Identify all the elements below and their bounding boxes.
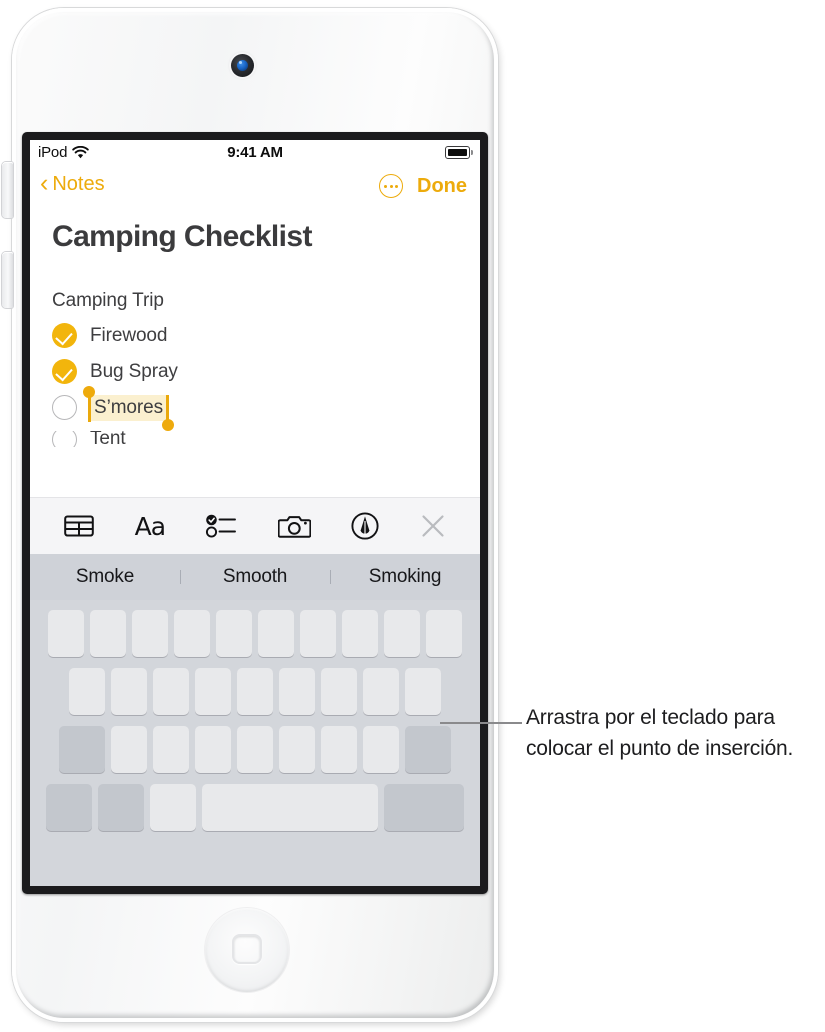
emoji-key[interactable] xyxy=(98,784,144,831)
keyboard-key[interactable] xyxy=(132,610,168,657)
status-bar-time: 9:41 AM xyxy=(227,144,283,161)
home-button-icon[interactable] xyxy=(205,908,289,992)
text-format-icon[interactable]: Aa xyxy=(135,512,166,541)
battery-fill xyxy=(447,148,468,157)
checklist-item-label: Bug Spray xyxy=(90,360,178,382)
checkbox-checked-icon[interactable] xyxy=(52,323,77,348)
note-body: Camping Checklist Camping Trip Firewood … xyxy=(30,220,480,447)
back-button-label: Notes xyxy=(52,173,105,195)
checkbox-checked-icon[interactable] xyxy=(52,359,77,384)
table-icon[interactable] xyxy=(64,514,95,538)
keyboard-key[interactable] xyxy=(195,668,231,715)
screenshot-root: iPod 9:41 AM ‹ Notes Done Camping Checkl… xyxy=(0,0,825,1032)
screen: iPod 9:41 AM ‹ Notes Done Camping Checkl… xyxy=(30,140,480,886)
keyboard-key[interactable] xyxy=(237,668,273,715)
predictive-suggestion-2[interactable]: Smooth xyxy=(180,566,330,588)
keyboard-key[interactable] xyxy=(69,668,105,715)
keyboard-key[interactable] xyxy=(258,610,294,657)
close-icon[interactable] xyxy=(420,513,446,539)
checklist-item-tent[interactable]: Tent xyxy=(52,431,458,447)
predictive-suggestion-3[interactable]: Smoking xyxy=(330,566,480,588)
keyboard-key[interactable] xyxy=(153,668,189,715)
space-key[interactable] xyxy=(202,784,378,831)
onscreen-keyboard[interactable] xyxy=(30,600,480,886)
back-to-notes-button[interactable]: ‹ Notes xyxy=(40,169,105,197)
selection-handle-end[interactable] xyxy=(161,418,174,431)
keyboard-row-3 xyxy=(30,726,480,773)
callout-text: Arrastra por el teclado para colocar el … xyxy=(526,706,794,760)
camera-icon[interactable] xyxy=(277,514,311,539)
keyboard-key[interactable] xyxy=(90,610,126,657)
keyboard-key[interactable] xyxy=(111,668,147,715)
note-section-label: Camping Trip xyxy=(52,290,164,311)
dictation-key[interactable] xyxy=(150,784,196,831)
keyboard-key[interactable] xyxy=(195,726,231,773)
markup-pen-icon[interactable] xyxy=(351,512,379,540)
checklist-item-label: Tent xyxy=(90,431,126,447)
battery-cap xyxy=(471,150,473,155)
camera-lens-glint xyxy=(239,61,242,64)
screen-bezel: iPod 9:41 AM ‹ Notes Done Camping Checkl… xyxy=(22,132,488,894)
keyboard-row-4 xyxy=(30,784,480,831)
keyboard-key[interactable] xyxy=(405,668,441,715)
keyboard-key[interactable] xyxy=(153,726,189,773)
selection-bar-end[interactable] xyxy=(165,394,169,422)
format-toolbar: Aa xyxy=(30,497,480,554)
checklist-item-firewood[interactable]: Firewood xyxy=(52,323,458,348)
keyboard-key[interactable] xyxy=(111,726,147,773)
camera-icon xyxy=(231,54,254,77)
selection-handle-start[interactable] xyxy=(83,385,95,398)
keyboard-key[interactable] xyxy=(48,610,84,657)
checklist-item-label: S’mores xyxy=(90,394,166,421)
checklist-item-smores[interactable]: S’mores xyxy=(52,385,458,431)
keyboard-row-2 xyxy=(30,668,480,715)
callout-leader-line xyxy=(440,722,522,724)
numbers-key[interactable] xyxy=(46,784,92,831)
return-key[interactable] xyxy=(384,784,464,831)
keyboard-key[interactable] xyxy=(384,610,420,657)
volume-up-button[interactable] xyxy=(2,162,13,218)
ellipsis-dot xyxy=(384,184,388,188)
keyboard-key[interactable] xyxy=(216,610,252,657)
checklist-icon[interactable] xyxy=(205,513,237,539)
checklist-item-label: Firewood xyxy=(90,324,168,346)
nav-bar-right: Done xyxy=(379,174,467,198)
predictive-suggestion-1[interactable]: Smoke xyxy=(30,566,180,588)
ellipsis-circle-icon[interactable] xyxy=(379,174,403,198)
predictive-text-bar: Smoke Smooth Smoking xyxy=(30,554,480,600)
nav-bar: ‹ Notes Done xyxy=(30,168,480,210)
keyboard-key[interactable] xyxy=(300,610,336,657)
checkbox-unchecked-icon[interactable] xyxy=(52,431,77,447)
home-button-square xyxy=(232,934,262,964)
text-selection[interactable]: S’mores xyxy=(83,385,174,431)
battery-full-icon xyxy=(445,146,473,159)
ellipsis-dot xyxy=(394,184,398,188)
page-title: Camping Checklist xyxy=(52,220,312,253)
keyboard-key[interactable] xyxy=(342,610,378,657)
shift-key[interactable] xyxy=(59,726,105,773)
done-button[interactable]: Done xyxy=(417,175,467,198)
battery-body xyxy=(445,146,470,159)
keyboard-key[interactable] xyxy=(363,726,399,773)
keyboard-key[interactable] xyxy=(279,668,315,715)
keyboard-key[interactable] xyxy=(321,726,357,773)
delete-key[interactable] xyxy=(405,726,451,773)
selection-bar-start[interactable] xyxy=(88,394,91,422)
keyboard-row-1 xyxy=(30,610,480,657)
keyboard-key[interactable] xyxy=(426,610,462,657)
volume-down-button[interactable] xyxy=(2,252,13,308)
chevron-left-icon: ‹ xyxy=(40,169,49,197)
ellipsis-dot xyxy=(389,184,393,188)
checkbox-unchecked-icon[interactable] xyxy=(52,395,77,420)
status-bar: iPod 9:41 AM xyxy=(30,140,480,168)
keyboard-key[interactable] xyxy=(174,610,210,657)
keyboard-key[interactable] xyxy=(363,668,399,715)
keyboard-key[interactable] xyxy=(279,726,315,773)
checklist-item-bug-spray[interactable]: Bug Spray xyxy=(52,359,458,384)
keyboard-key[interactable] xyxy=(321,668,357,715)
keyboard-key[interactable] xyxy=(237,726,273,773)
